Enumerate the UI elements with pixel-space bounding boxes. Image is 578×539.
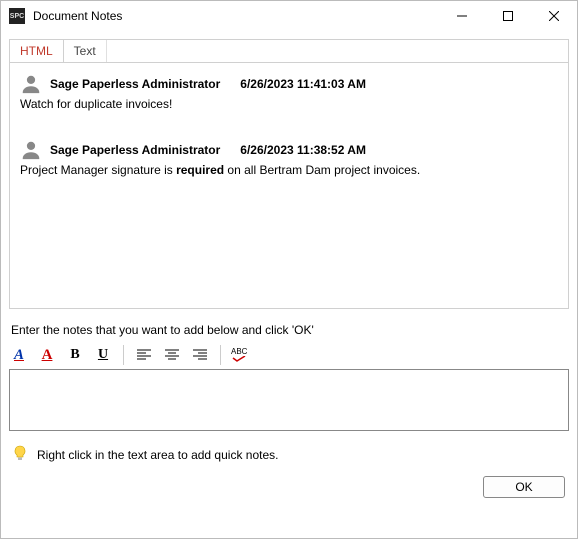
titlebar: SPC Document Notes [1, 1, 577, 31]
maximize-icon [503, 11, 513, 21]
window-title: Document Notes [33, 9, 122, 23]
close-button[interactable] [531, 1, 577, 31]
note-author: Sage Paperless Administrator [50, 77, 220, 91]
check-icon [232, 356, 246, 362]
lightbulb-icon [13, 445, 27, 464]
note-item: Sage Paperless Administrator 6/26/2023 1… [20, 139, 558, 177]
spellcheck-button[interactable]: ABC [231, 345, 247, 365]
ok-button[interactable]: OK [483, 476, 565, 498]
bold-icon: B [70, 347, 79, 363]
tip-row: Right click in the text area to add quic… [9, 431, 569, 476]
instruction-text: Enter the notes that you want to add bel… [9, 315, 569, 343]
underline-button[interactable]: U [93, 345, 113, 365]
app-icon: SPC [9, 8, 25, 24]
tip-text: Right click in the text area to add quic… [37, 448, 278, 462]
note-body: Watch for duplicate invoices! [20, 97, 558, 111]
align-center-button[interactable] [162, 345, 182, 365]
maximize-button[interactable] [485, 1, 531, 31]
user-icon [20, 139, 42, 161]
align-right-icon [193, 349, 207, 361]
note-body: Project Manager signature is required on… [20, 163, 558, 177]
user-icon [20, 73, 42, 95]
notes-pane: Sage Paperless Administrator 6/26/2023 1… [9, 63, 569, 309]
tab-text[interactable]: Text [64, 40, 107, 62]
minimize-icon [457, 11, 467, 21]
align-center-icon [165, 349, 179, 361]
toolbar-separator [220, 345, 221, 365]
note-author: Sage Paperless Administrator [50, 143, 220, 157]
toolbar-separator [123, 345, 124, 365]
align-right-button[interactable] [190, 345, 210, 365]
note-timestamp: 6/26/2023 11:38:52 AM [240, 143, 366, 157]
tab-strip: HTML Text [9, 39, 569, 63]
bgcolor-button[interactable]: A [9, 345, 29, 365]
note-item: Sage Paperless Administrator 6/26/2023 1… [20, 73, 558, 111]
editor-toolbar: A A B U ABC [9, 343, 569, 369]
bold-button[interactable]: B [65, 345, 85, 365]
close-icon [549, 11, 559, 21]
tab-html[interactable]: HTML [10, 40, 64, 62]
spellcheck-label: ABC [231, 348, 247, 356]
align-left-icon [137, 349, 151, 361]
note-editor[interactable] [9, 369, 569, 431]
underline-icon: U [98, 347, 108, 363]
minimize-button[interactable] [439, 1, 485, 31]
note-timestamp: 6/26/2023 11:41:03 AM [240, 77, 366, 91]
fontcolor-button[interactable]: A [37, 345, 57, 365]
fontcolor-icon: A [42, 347, 53, 364]
bgcolor-icon: A [14, 347, 24, 364]
align-left-button[interactable] [134, 345, 154, 365]
